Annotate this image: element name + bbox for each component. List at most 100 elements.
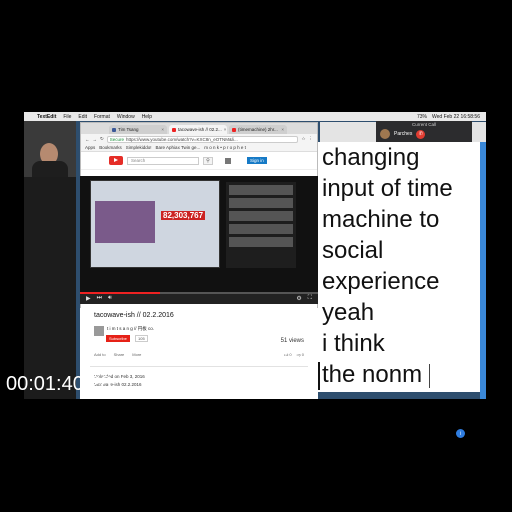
webcam-preview [24, 121, 76, 177]
menu-help[interactable]: Help [142, 114, 152, 120]
caller-name: Parches [394, 131, 413, 137]
star-icon[interactable]: ☆ [301, 136, 305, 142]
tab-label: Tim Tsang [118, 127, 139, 132]
menu-window[interactable]: Window [117, 114, 135, 120]
bookmark-bookmarks[interactable]: Bookmarks [99, 145, 122, 150]
menu-file[interactable]: File [63, 114, 71, 120]
close-tab-icon[interactable]: × [161, 127, 164, 132]
progress-bar[interactable] [80, 292, 318, 294]
progress-fill [80, 292, 160, 294]
youtube-icon [172, 127, 176, 132]
channel-avatar[interactable] [94, 326, 104, 336]
video-overlay-number: 82,303,767 [161, 211, 206, 220]
url-text: https://www.youtube.com/watch?v=KXC8n_eO… [126, 136, 238, 142]
text-line: machine to [322, 206, 440, 233]
battery-status[interactable]: 73% [417, 114, 427, 120]
like-dislike: 👍︎ 0 👎︎ 0 [284, 352, 304, 358]
bookmark-apps[interactable]: Apps [85, 145, 95, 150]
address-toolbar: ← → ↻ Secure https://www.youtube.com/wat… [81, 134, 317, 144]
video-frame: TextEdit File Edit Format Window Help 73… [0, 0, 512, 512]
dark-window-edge [24, 177, 76, 399]
dislike-count: 0 [301, 352, 304, 357]
menubar-status: 73% Wed Feb 22 16:58:56 [417, 114, 486, 120]
sign-in-button[interactable]: Sign in [247, 157, 267, 164]
add-to-button[interactable]: Add to [94, 352, 106, 357]
facebook-icon [112, 127, 116, 132]
timecode: 00:01:40;28 [6, 373, 112, 395]
caller-avatar [380, 129, 390, 139]
bookmarks-bar: Apps Bookmarks Simplekiddo! Bare Aphiax … [81, 144, 317, 152]
text-caret [429, 364, 430, 388]
bookmark-aphiax[interactable]: Bare Aphiax Twin ge... [156, 145, 201, 150]
video-info: tacowave-ish // 02.2.2016 t i m t s a n … [80, 308, 318, 399]
address-bar[interactable]: Secure https://www.youtube.com/watch?v=K… [106, 135, 299, 143]
textedit-document[interactable]: changing input of time machine to social… [318, 142, 480, 392]
youtube-header: Search ⚲ Sign in [81, 152, 317, 170]
browser-tab-3[interactable]: (timemachine) 2hr... × [229, 125, 287, 134]
video-player[interactable]: 82,303,767 ▶ ⏭ 🔊︎ ⚙ ⛶ [80, 176, 318, 304]
video-inner-thumbnail [95, 201, 155, 243]
play-icon[interactable]: ▶ [86, 295, 91, 302]
upload-icon[interactable] [225, 157, 231, 164]
view-count: 51 views [280, 338, 304, 344]
video-title: tacowave-ish // 02.2.2016 [94, 312, 174, 319]
browser-tab-2[interactable]: tacowave-ish // 02.2... × [169, 125, 227, 134]
like-count: 0 [289, 352, 292, 357]
close-tab-icon[interactable]: × [224, 127, 227, 132]
secure-label: Secure [109, 136, 125, 142]
youtube-logo-icon[interactable] [109, 156, 123, 165]
player-controls: ▶ ⏭ 🔊︎ ⚙ ⛶ [80, 292, 318, 304]
video-actions: Add to Share More [94, 352, 141, 357]
text-line: input of time [322, 175, 453, 202]
person-body [32, 161, 68, 177]
share-button[interactable]: Share [114, 352, 125, 357]
text-line: experience [322, 268, 440, 295]
menubar-clock[interactable]: Wed Feb 22 16:58:56 [432, 114, 480, 120]
divider [90, 366, 308, 367]
text-line: changing [322, 144, 420, 171]
menu-app-name[interactable]: TextEdit [37, 114, 56, 120]
text-cursor [318, 362, 320, 390]
volume-icon[interactable]: 🔊︎ [108, 295, 112, 302]
background-window-edge [480, 142, 486, 399]
text-line: the nonm [322, 361, 423, 388]
youtube-search-input[interactable]: Search [127, 156, 199, 165]
related-thumb [229, 185, 293, 195]
next-icon[interactable]: ⏭ [97, 295, 102, 302]
browser-tab-1[interactable]: Tim Tsang × [109, 125, 167, 134]
settings-icon[interactable]: ⚙ [296, 295, 301, 302]
more-button[interactable]: More [132, 352, 141, 357]
bookmark-monk-prophet[interactable]: m o n k • p r o p h e t [204, 145, 246, 150]
mac-menu-bar: TextEdit File Edit Format Window Help 73… [24, 112, 486, 121]
text-line: i think [322, 330, 385, 357]
menu-icon[interactable]: ⋮ [309, 136, 314, 142]
related-thumb [229, 198, 293, 208]
bookmark-simplekiddo[interactable]: Simplekiddo! [126, 145, 152, 150]
tab-label: (timemachine) 2hr... [238, 127, 278, 132]
subscribe-button[interactable]: Subscribe [106, 335, 130, 342]
back-icon[interactable]: ← [85, 137, 90, 142]
subscriber-count: 105 [135, 335, 148, 342]
browser-tab-strip: Tim Tsang × tacowave-ish // 02.2... × (t… [81, 123, 317, 134]
related-thumb [229, 224, 293, 234]
end-call-icon[interactable]: ✆ [416, 129, 426, 139]
info-icon[interactable]: i [456, 429, 465, 438]
youtube-icon [232, 127, 236, 132]
video-content: 82,303,767 [90, 180, 220, 268]
dislike-button[interactable]: 👎︎ 0 [297, 352, 304, 358]
channel-name[interactable]: t i m t s a n g // 円板 co. [107, 326, 154, 332]
fullscreen-icon[interactable]: ⛶ [308, 295, 312, 302]
menu-edit[interactable]: Edit [78, 114, 87, 120]
call-row: Parches i ✆ [376, 127, 472, 438]
reload-icon[interactable]: ↻ [100, 136, 104, 142]
related-thumb [229, 211, 293, 221]
related-thumb [229, 237, 293, 247]
search-icon[interactable]: ⚲ [203, 156, 213, 165]
text-line: social [322, 237, 384, 264]
text-line: yeah [322, 299, 375, 326]
close-tab-icon[interactable]: × [281, 127, 284, 132]
forward-icon[interactable]: → [93, 137, 98, 142]
video-side-panel [226, 182, 296, 268]
menu-format[interactable]: Format [94, 114, 110, 120]
like-button[interactable]: 👍︎ 0 [284, 352, 292, 358]
